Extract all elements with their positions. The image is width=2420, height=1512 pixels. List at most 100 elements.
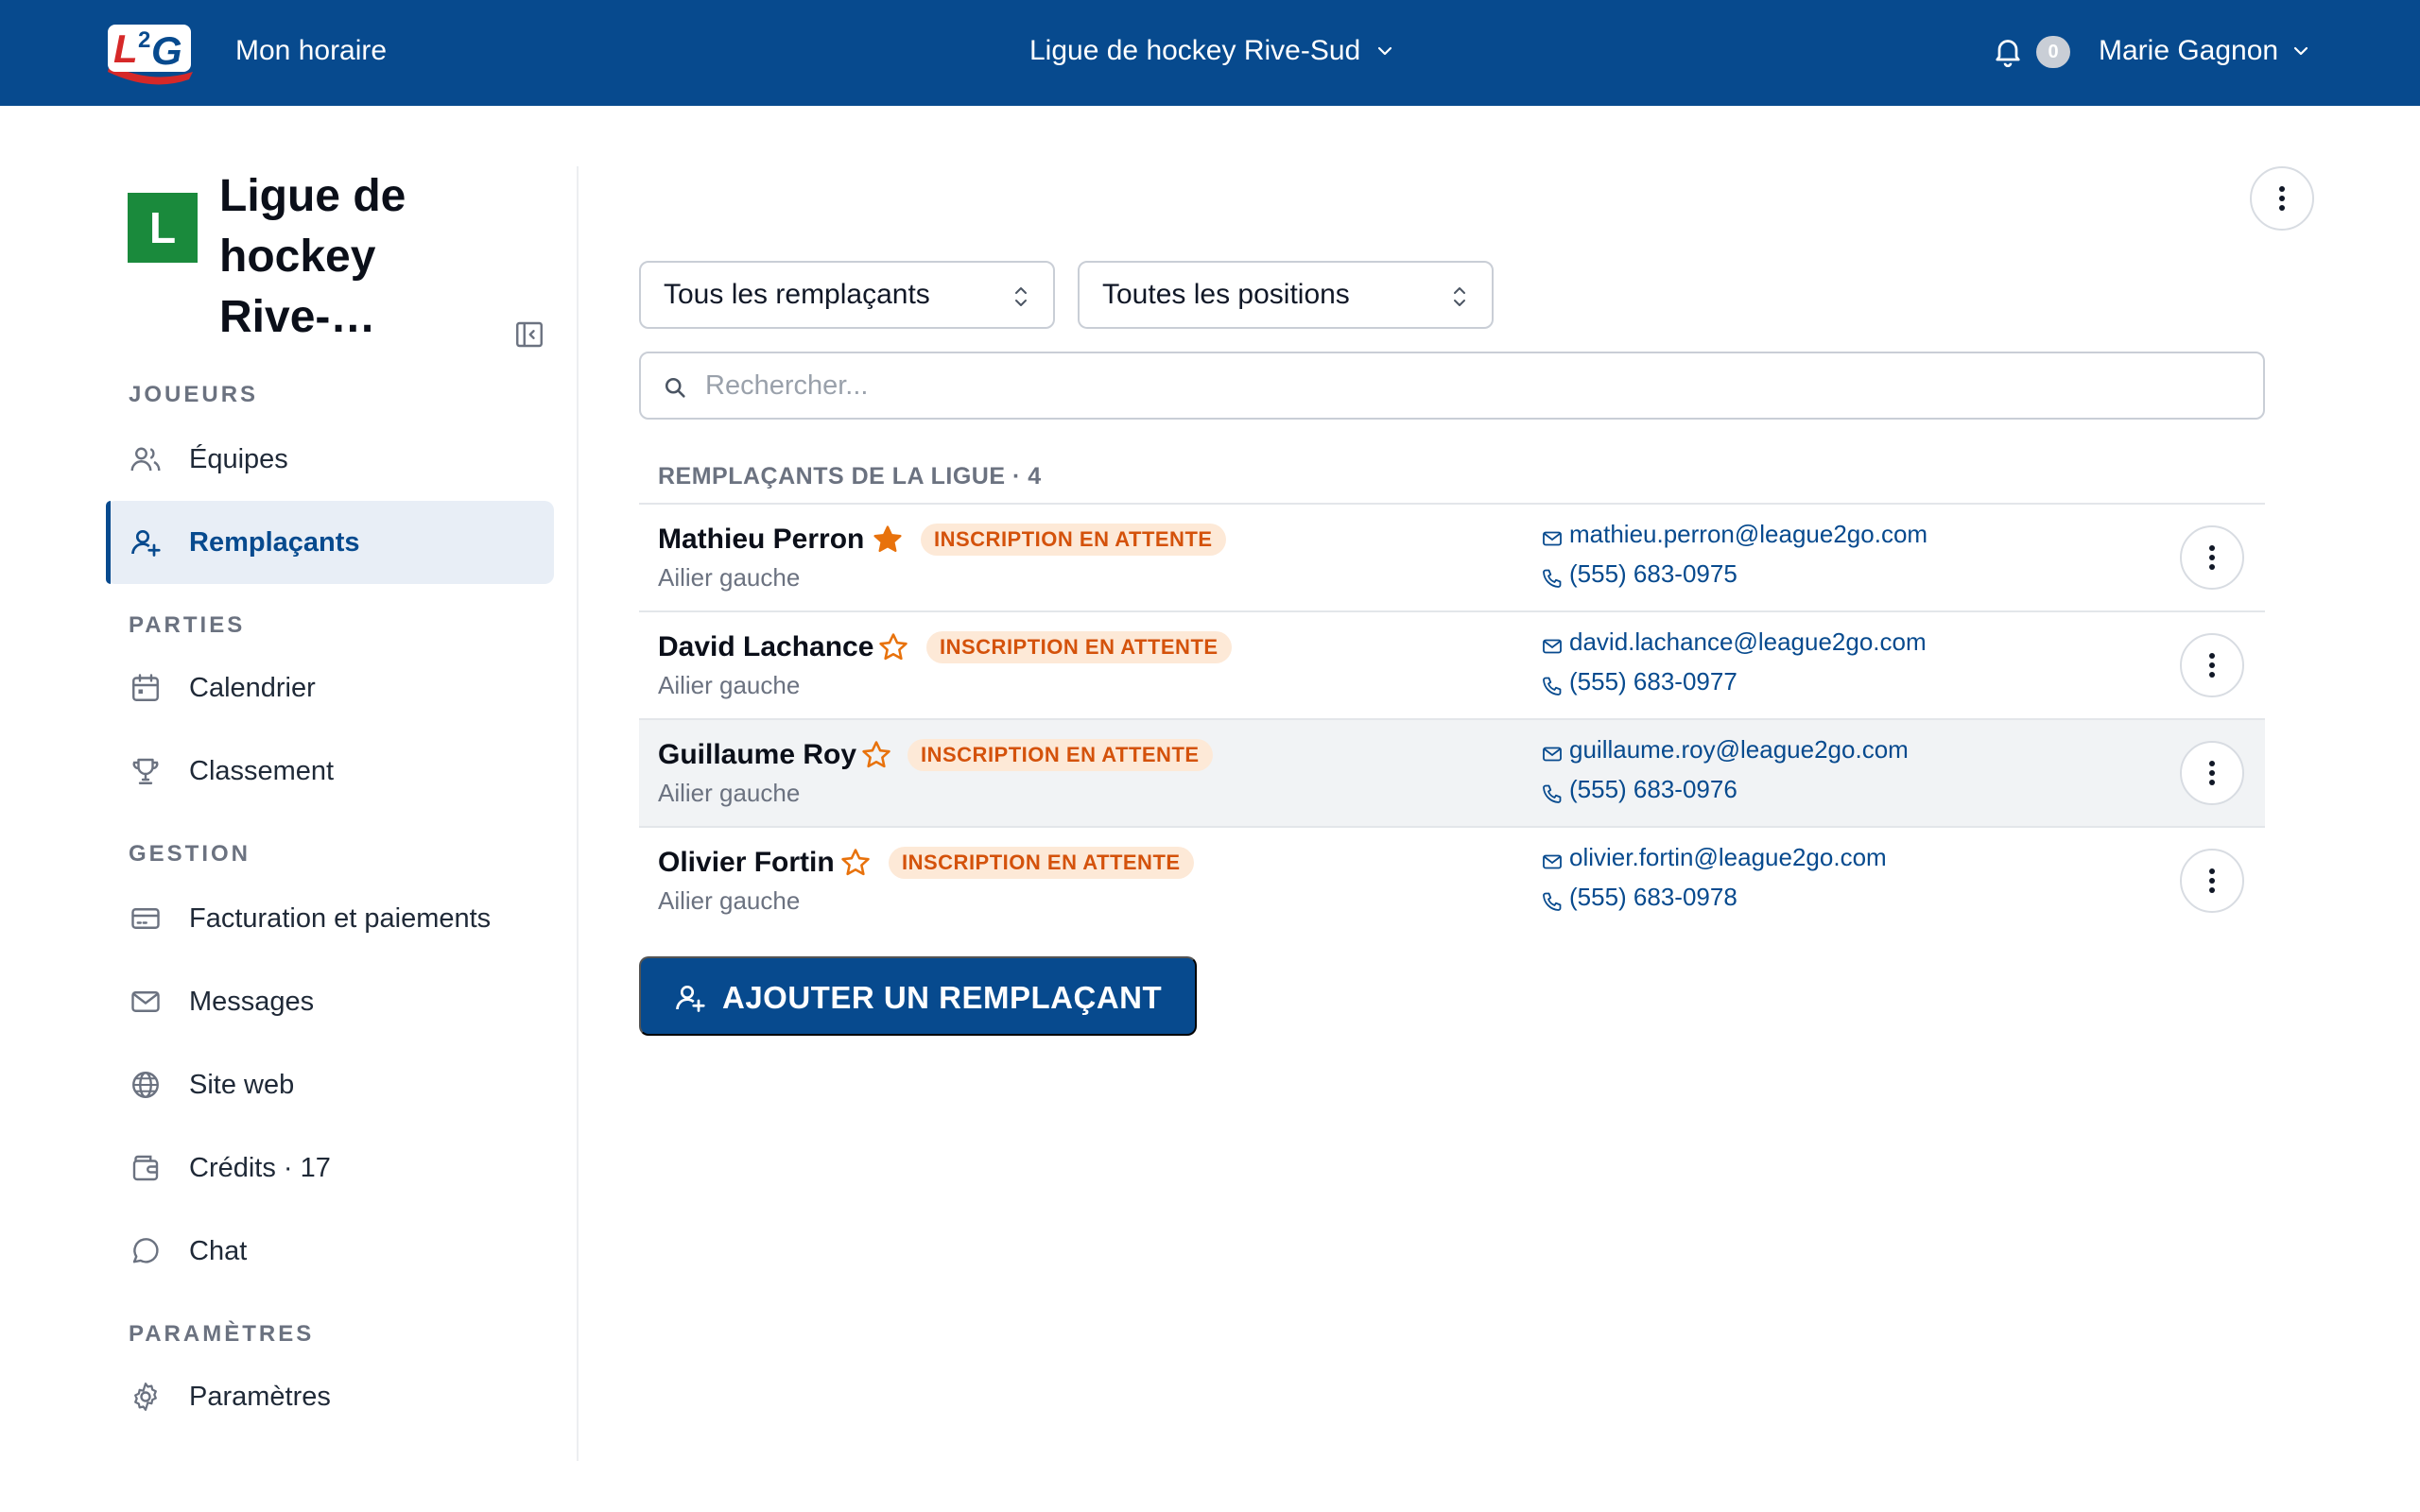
substitute-email-link[interactable]: olivier.fortin@league2go.com bbox=[1569, 843, 1887, 872]
table-row[interactable]: Olivier Fortin INSCRIPTION EN ATTENTE Ai… bbox=[639, 826, 2265, 934]
status-badge: INSCRIPTION EN ATTENTE bbox=[908, 739, 1213, 771]
sidebar-item-website[interactable]: Site web bbox=[106, 1043, 554, 1126]
table-row[interactable]: Guillaume Roy INSCRIPTION EN ATTENTE Ail… bbox=[639, 718, 2265, 826]
trophy-icon bbox=[132, 758, 159, 784]
sidebar-item-teams[interactable]: Équipes bbox=[106, 418, 554, 501]
notifications-button[interactable]: 0 bbox=[1991, 32, 2072, 72]
substitute-phone-link[interactable]: (555) 683-0975 bbox=[1569, 559, 1737, 589]
org-avatar: L bbox=[128, 193, 198, 263]
status-badge: INSCRIPTION EN ATTENTE bbox=[921, 524, 1226, 556]
sidebar-item-substitutes[interactable]: Remplaçants bbox=[106, 501, 554, 584]
chevron-down-icon bbox=[1378, 46, 1392, 56]
user-plus-icon bbox=[131, 529, 161, 557]
phone-icon bbox=[1543, 784, 1562, 803]
substitute-email-link[interactable]: guillaume.roy@league2go.com bbox=[1569, 735, 1909, 765]
add-substitute-button[interactable]: AJOUTER UN REMPLAÇANT bbox=[639, 956, 1197, 1036]
add-substitute-label: AJOUTER UN REMPLAÇANT bbox=[722, 980, 1163, 1015]
row-more-options-button[interactable] bbox=[2180, 525, 2244, 590]
more-vertical-icon bbox=[2209, 868, 2215, 893]
globe-icon bbox=[132, 1072, 159, 1098]
row-more-options-button[interactable] bbox=[2180, 633, 2244, 697]
sidebar-item-label: Remplaçants bbox=[189, 527, 360, 558]
schedule-link[interactable]: Mon horaire bbox=[235, 0, 387, 102]
sidebar-item-settings[interactable]: Paramètres bbox=[106, 1355, 554, 1438]
wallet-icon bbox=[132, 1155, 159, 1181]
user-plus-icon bbox=[676, 985, 705, 1012]
star-icon[interactable] bbox=[872, 524, 904, 556]
section-label-settings: PARAMÈTRES bbox=[129, 1321, 315, 1347]
star-outline-icon[interactable] bbox=[839, 847, 872, 879]
phone-icon bbox=[1543, 892, 1562, 911]
mail-icon bbox=[1543, 747, 1562, 762]
users-icon bbox=[130, 447, 161, 472]
positions-filter-value: Toutes les positions bbox=[1102, 279, 1350, 310]
search-input[interactable] bbox=[705, 361, 2218, 410]
substitute-name[interactable]: Guillaume Roy bbox=[658, 739, 856, 771]
search-field bbox=[639, 352, 2265, 420]
mail-icon bbox=[1543, 854, 1562, 869]
gear-icon bbox=[134, 1383, 157, 1411]
substitute-email-link[interactable]: mathieu.perron@league2go.com bbox=[1569, 520, 1927, 549]
notification-count-badge: 0 bbox=[2036, 36, 2070, 68]
more-vertical-icon bbox=[2209, 761, 2215, 785]
section-label-players: JOUEURS bbox=[129, 382, 259, 407]
sidebar-item-label: Messages bbox=[189, 987, 315, 1017]
user-menu[interactable]: Marie Gagnon bbox=[2099, 0, 2310, 102]
substitute-email-link[interactable]: david.lachance@league2go.com bbox=[1569, 627, 1927, 657]
section-label-management: GESTION bbox=[129, 841, 251, 867]
more-vertical-icon bbox=[2279, 186, 2285, 211]
star-outline-icon[interactable] bbox=[877, 631, 909, 663]
substitute-phone-link[interactable]: (555) 683-0978 bbox=[1569, 883, 1737, 912]
star-outline-icon[interactable] bbox=[860, 739, 892, 771]
page-more-options-button[interactable] bbox=[2250, 166, 2314, 231]
substitute-phone-link[interactable]: (555) 683-0977 bbox=[1569, 667, 1737, 696]
sidebar-item-label: Chat bbox=[189, 1236, 248, 1266]
phone-icon bbox=[1543, 677, 1562, 696]
credit-card-icon bbox=[131, 908, 160, 929]
substitute-phone-link[interactable]: (555) 683-0976 bbox=[1569, 775, 1737, 804]
table-row[interactable]: Mathieu Perron INSCRIPTION EN ATTENTE Ai… bbox=[639, 503, 2265, 610]
mail-icon bbox=[1543, 531, 1562, 546]
top-navigation-bar: L 2 G Mon horaire Ligue de hockey Rive-S… bbox=[0, 0, 2420, 106]
substitute-name[interactable]: Mathieu Perron bbox=[658, 524, 864, 556]
sidebar-collapse-icon[interactable] bbox=[512, 318, 546, 352]
sidebar-divider bbox=[577, 166, 579, 1461]
sidebar-item-label: Calendrier bbox=[189, 673, 316, 703]
substitute-name[interactable]: Olivier Fortin bbox=[658, 847, 835, 879]
org-name: Ligue de hockey Rive-… bbox=[219, 171, 406, 342]
chevron-down-icon bbox=[2294, 46, 2308, 56]
sidebar-item-label: Facturation et paiements bbox=[189, 903, 492, 934]
substitutes-list-header: REMPLAÇANTS DE LA LIGUE · 4 bbox=[658, 463, 1042, 490]
sidebar-item-messages[interactable]: Messages bbox=[106, 960, 554, 1043]
sidebar-item-credits[interactable]: Crédits · 17 bbox=[106, 1126, 554, 1210]
mail-icon bbox=[1543, 639, 1562, 654]
positions-filter-select[interactable]: Toutes les positions bbox=[1078, 261, 1494, 329]
sidebar-item-label: Classement bbox=[189, 756, 335, 786]
user-name: Marie Gagnon bbox=[2099, 35, 2279, 66]
section-label-games: PARTIES bbox=[129, 612, 246, 638]
substitute-position: Ailier gauche bbox=[658, 671, 801, 699]
l2g-logo[interactable]: L 2 G bbox=[104, 19, 199, 85]
league-selector[interactable]: Ligue de hockey Rive-Sud bbox=[1029, 0, 1394, 102]
status-badge: INSCRIPTION EN ATTENTE bbox=[889, 847, 1194, 879]
row-more-options-button[interactable] bbox=[2180, 849, 2244, 913]
phone-icon bbox=[1543, 569, 1562, 588]
sidebar-item-calendar[interactable]: Calendrier bbox=[106, 646, 554, 730]
updown-chevron-icon bbox=[1454, 287, 1465, 306]
svg-text:L: L bbox=[113, 26, 138, 71]
svg-text:G: G bbox=[151, 28, 182, 73]
mail-icon bbox=[131, 991, 160, 1012]
table-row[interactable]: David Lachance INSCRIPTION EN ATTENTE Ai… bbox=[639, 610, 2265, 718]
sidebar-item-chat[interactable]: Chat bbox=[106, 1210, 554, 1293]
row-more-options-button[interactable] bbox=[2180, 741, 2244, 805]
calendar-icon bbox=[132, 674, 159, 701]
substitute-position: Ailier gauche bbox=[658, 886, 801, 915]
svg-text:2: 2 bbox=[138, 27, 150, 53]
substitute-name[interactable]: David Lachance bbox=[658, 631, 873, 663]
substitute-position: Ailier gauche bbox=[658, 779, 801, 807]
sidebar-item-standings[interactable]: Classement bbox=[106, 730, 554, 813]
substitutes-filter-select[interactable]: Tous les remplaçants bbox=[639, 261, 1055, 329]
sidebar-item-billing[interactable]: Facturation et paiements bbox=[106, 877, 554, 960]
search-icon bbox=[665, 377, 685, 398]
status-badge: INSCRIPTION EN ATTENTE bbox=[926, 631, 1232, 663]
